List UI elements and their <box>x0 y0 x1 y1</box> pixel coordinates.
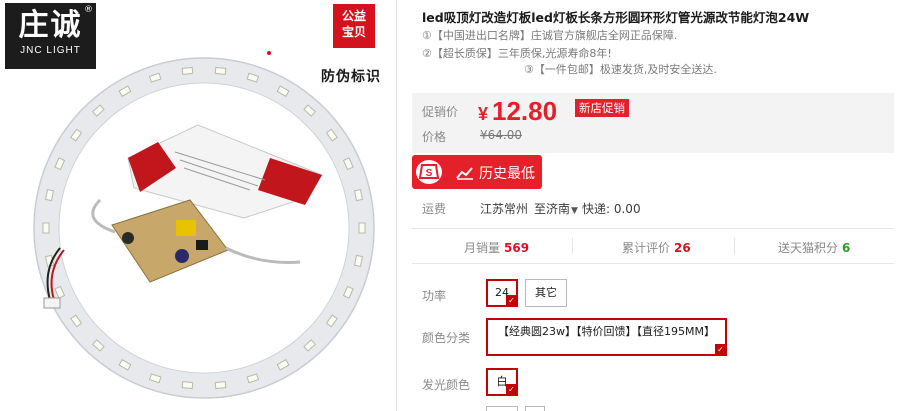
promo-line: ③【一件包邮】极速发货,及时安全送达. <box>524 63 717 76</box>
price-box: 促销价 ¥12.80 新店促销 价格 ¥64.00 <box>412 93 894 153</box>
led-chip <box>181 66 194 75</box>
currency-symbol: ¥ <box>478 104 489 124</box>
new-shop-badge: 新店促销 <box>575 99 629 117</box>
stat-label: 送天猫积分 <box>778 241 839 255</box>
promo-line: ①【中国进出口名牌】庄诚官方旗舰店全网正品保障. <box>422 29 678 42</box>
shipping-fee: 快递: 0.00 <box>582 202 641 216</box>
registered-mark: ® <box>84 5 93 15</box>
light-color-label: 发光颜色 <box>422 378 471 392</box>
product-info-panel: led吸顶灯改造灯板led灯板长条方形圆环形灯管光源改节能灯泡24W ①【中国进… <box>412 0 899 411</box>
divider <box>734 238 735 254</box>
tmall-points: 送天猫积分 6 <box>778 239 850 256</box>
led-chip <box>181 381 194 390</box>
option-box-partial[interactable] <box>525 406 545 411</box>
history-lowest-label: 历史最低 <box>479 166 535 182</box>
power-label: 功率 <box>422 289 447 303</box>
brand-name-en: JNC LIGHT <box>20 45 81 56</box>
power-option-24[interactable]: 24 <box>486 279 518 307</box>
charity-line-2: 宝贝 <box>341 25 366 39</box>
shipping-destination: 至济南 <box>534 202 571 216</box>
promo-line: ②【超长质保】三年质保,光源寿命8年! <box>422 47 612 60</box>
product-title: led吸顶灯改造灯板led灯板长条方形圆环形灯管光源改节能灯泡24W <box>422 10 810 25</box>
promo-price: ¥12.80 <box>478 96 557 127</box>
tag-s-icon: S <box>416 160 442 184</box>
stat-value: 6 <box>842 241 851 255</box>
led-chip <box>42 222 50 234</box>
total-reviews[interactable]: 累计评价 26 <box>622 239 691 256</box>
chevron-down-icon: ▼ <box>571 206 578 216</box>
color-category-label: 颜色分类 <box>422 331 471 345</box>
red-dot-marker <box>267 51 271 55</box>
color-option-classic[interactable]: 【经典圆23w】【特价回馈】【直径195MM】 <box>486 318 727 356</box>
charity-line-1: 公益 <box>341 9 366 23</box>
svg-text:S: S <box>426 168 433 179</box>
history-lowest-button[interactable]: S 历史最低 <box>412 155 542 189</box>
brand-logo: 庄诚 JNC LIGHT ® <box>5 3 96 69</box>
stat-label: 累计评价 <box>622 241 671 255</box>
original-price: ¥64.00 <box>480 128 522 142</box>
option-box-partial[interactable] <box>486 406 518 411</box>
price-amount: 12.80 <box>492 96 558 126</box>
shipping-label: 运费 <box>422 202 447 216</box>
brand-name-cn: 庄诚 <box>18 8 83 43</box>
monthly-sales: 月销量 569 <box>464 239 529 256</box>
led-chip <box>214 66 227 75</box>
light-option-white[interactable]: 白 <box>486 368 518 396</box>
sales-stats-bar: 月销量 569 累计评价 26 送天猫积分 6 <box>412 228 894 264</box>
stat-value: 569 <box>504 241 530 255</box>
trend-chart-icon <box>456 165 474 184</box>
led-chip <box>214 381 227 390</box>
charity-badge: 公益 宝贝 <box>333 4 375 48</box>
led-chip <box>358 222 366 234</box>
promo-price-label: 促销价 <box>422 105 459 119</box>
shipping-origin: 江苏常州 <box>480 202 529 216</box>
stat-label: 月销量 <box>464 241 501 255</box>
divider <box>572 238 573 254</box>
stat-value: 26 <box>674 241 691 255</box>
power-option-other[interactable]: 其它 <box>525 279 567 307</box>
anti-fake-label: 防伪标识 <box>321 69 381 85</box>
shipping-destination-select[interactable]: 至济南▼ <box>534 200 578 217</box>
original-price-label: 价格 <box>422 130 447 144</box>
product-image: 庄诚 JNC LIGHT ® 公益 宝贝 防伪标识 <box>0 0 397 411</box>
